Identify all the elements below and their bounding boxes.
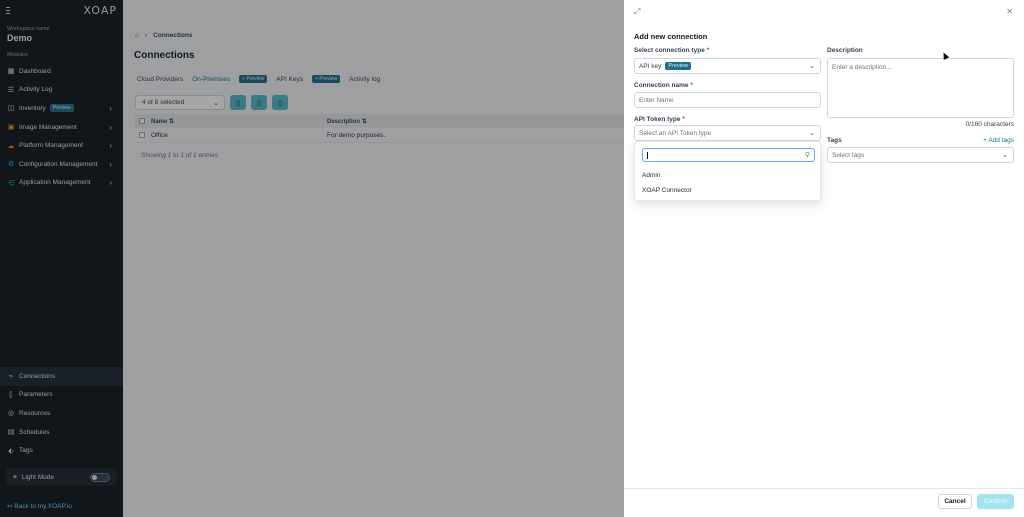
search-icon: ⚲ — [804, 152, 810, 159]
token-type-dropdown: ⚲ Admin XOAP Connector — [634, 141, 821, 201]
add-tags-button[interactable]: + Add tags — [983, 137, 1014, 144]
expand-icon[interactable]: ⤢ — [634, 7, 640, 17]
cancel-button[interactable]: Cancel — [938, 494, 972, 509]
description-textarea[interactable]: Enter a description... — [827, 58, 1014, 118]
char-counter: 0/160 characters — [965, 121, 1014, 128]
connection-type-select[interactable]: API key Preview ⌄ — [634, 58, 821, 74]
select-value: API key — [639, 62, 662, 70]
connection-name-input[interactable]: Enter Name — [634, 92, 821, 108]
connection-type-label: Select connection type * — [634, 47, 709, 54]
input-placeholder: Enter Name — [639, 96, 674, 104]
add-tags-label: Add tags — [988, 137, 1014, 144]
select-placeholder: Select an API Token type — [639, 129, 712, 137]
token-type-label: API Token type * — [634, 116, 685, 123]
tags-label: Tags — [827, 137, 842, 144]
add-connection-drawer: ⤢ ✕ Add new connection Select connection… — [624, 0, 1024, 517]
chevron-down-icon: ⌄ — [1002, 152, 1008, 159]
label-text: API Token type — [634, 116, 681, 123]
textarea-placeholder: Enter a description... — [832, 64, 892, 71]
required-mark: * — [706, 47, 710, 54]
close-icon[interactable]: ✕ — [1006, 7, 1013, 16]
drawer-title: Add new connection — [634, 32, 708, 41]
option-xoap-connector[interactable]: XOAP Connector — [642, 187, 692, 194]
label-text: Select connection type — [634, 47, 705, 54]
confirm-button[interactable]: Confirm — [977, 494, 1014, 509]
tags-select[interactable]: Select tags ⌄ — [827, 147, 1014, 163]
chevron-down-icon: ⌄ — [809, 63, 815, 70]
option-admin[interactable]: Admin — [642, 172, 660, 179]
text-caret — [647, 152, 648, 159]
connection-name-label: Connection name * — [634, 82, 693, 89]
select-placeholder: Select tags — [832, 151, 865, 159]
chevron-down-icon: ⌄ — [809, 130, 815, 137]
modal-backdrop[interactable] — [0, 0, 624, 517]
required-mark: * — [690, 82, 693, 89]
token-type-select[interactable]: Select an API Token type ⌄ — [634, 125, 821, 141]
dropdown-search-input[interactable]: ⚲ — [642, 148, 815, 162]
required-mark: * — [682, 116, 685, 123]
preview-badge: Preview — [665, 62, 691, 70]
label-text: Connection name — [634, 82, 689, 89]
plus-icon: + — [983, 137, 987, 144]
description-label: Description — [827, 47, 863, 54]
